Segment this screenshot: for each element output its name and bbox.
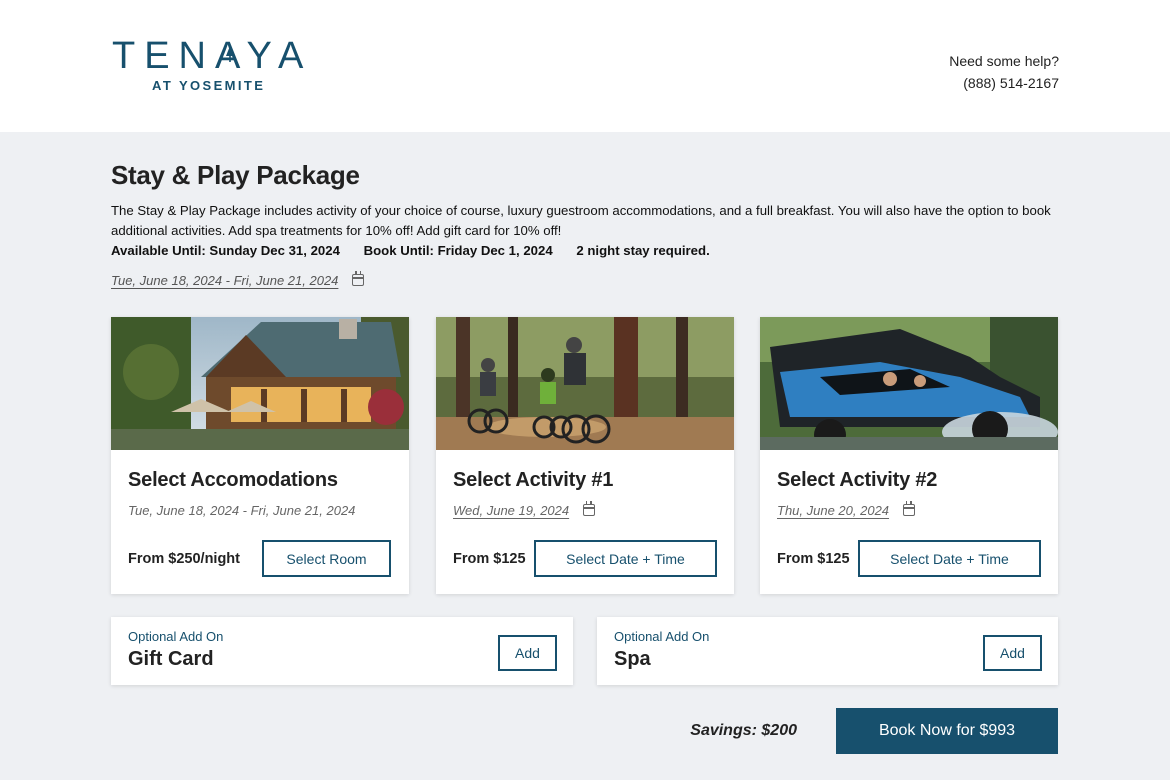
stay-date-range-text[interactable]: Tue, June 18, 2024 - Fri, June 21, 2024 [111,273,338,288]
package-availability: Available Until: Sunday Dec 31, 2024 Boo… [111,243,730,258]
logo-wordmark: TENAYA [112,35,313,77]
card-title: Select Activity #2 [777,469,938,491]
logo-subtitle: AT YOSEMITE [152,78,266,93]
package-description: The Stay & Play Package includes activit… [111,203,1051,238]
card-price: From $125 [453,551,526,567]
card-price: From $250/night [128,551,240,567]
help-text: Need some help? [949,53,1059,69]
tree-icon [226,46,234,62]
select-room-button[interactable]: Select Room [262,540,391,577]
card-title: Select Accomodations [128,469,338,491]
addon-label: Optional Add On [614,629,710,644]
activity-2-date[interactable]: Thu, June 20, 2024 [777,503,889,518]
add-gift-card-button[interactable]: Add [498,635,557,671]
activity-1-card: Select Activity #1 Wed, June 19, 2024 Fr… [436,317,734,594]
card-date[interactable]: Wed, June 19, 2024 [453,501,595,518]
book-until: Book Until: Friday Dec 1, 2024 [363,243,553,258]
activity-1-date[interactable]: Wed, June 19, 2024 [453,503,569,518]
select-date-time-button[interactable]: Select Date + Time [858,540,1041,577]
calendar-icon[interactable] [902,501,915,516]
lodge-photo [111,317,409,450]
card-price: From $125 [777,551,850,567]
stay-requirement: 2 night stay required. [576,243,710,258]
phone-number[interactable]: (888) 514-2167 [949,72,1059,94]
addon-name: Gift Card [128,648,214,670]
card-date: Tue, June 18, 2024 - Fri, June 21, 2024 [128,503,356,518]
addon-label: Optional Add On [128,629,224,644]
accommodations-card: Select Accomodations Tue, June 18, 2024 … [111,317,409,594]
add-spa-button[interactable]: Add [983,635,1042,671]
spa-addon: Optional Add On Spa Add [597,617,1058,685]
available-until: Available Until: Sunday Dec 31, 2024 [111,243,340,258]
book-now-button[interactable]: Book Now for $993 [836,708,1058,754]
tenaya-logo[interactable]: TENAYA AT YOSEMITE [112,35,313,94]
savings-amount: Savings: $200 [690,722,797,739]
mountain-bikers-photo [436,317,734,450]
gift-card-addon: Optional Add On Gift Card Add [111,617,573,685]
help-contact: Need some help? (888) 514-2167 [949,50,1059,94]
off-road-vehicle-photo [760,317,1058,450]
calendar-icon[interactable] [352,271,365,286]
card-title: Select Activity #1 [453,469,614,491]
card-date[interactable]: Thu, June 20, 2024 [777,501,915,518]
select-date-time-button[interactable]: Select Date + Time [534,540,717,577]
calendar-icon[interactable] [582,501,595,516]
site-header: TENAYA AT YOSEMITE Need some help? (888)… [0,0,1170,132]
stay-date-range[interactable]: Tue, June 18, 2024 - Fri, June 21, 2024 [111,271,365,288]
page-title: Stay & Play Package [111,160,360,190]
addon-name: Spa [614,648,651,670]
activity-2-card: Select Activity #2 Thu, June 20, 2024 Fr… [760,317,1058,594]
